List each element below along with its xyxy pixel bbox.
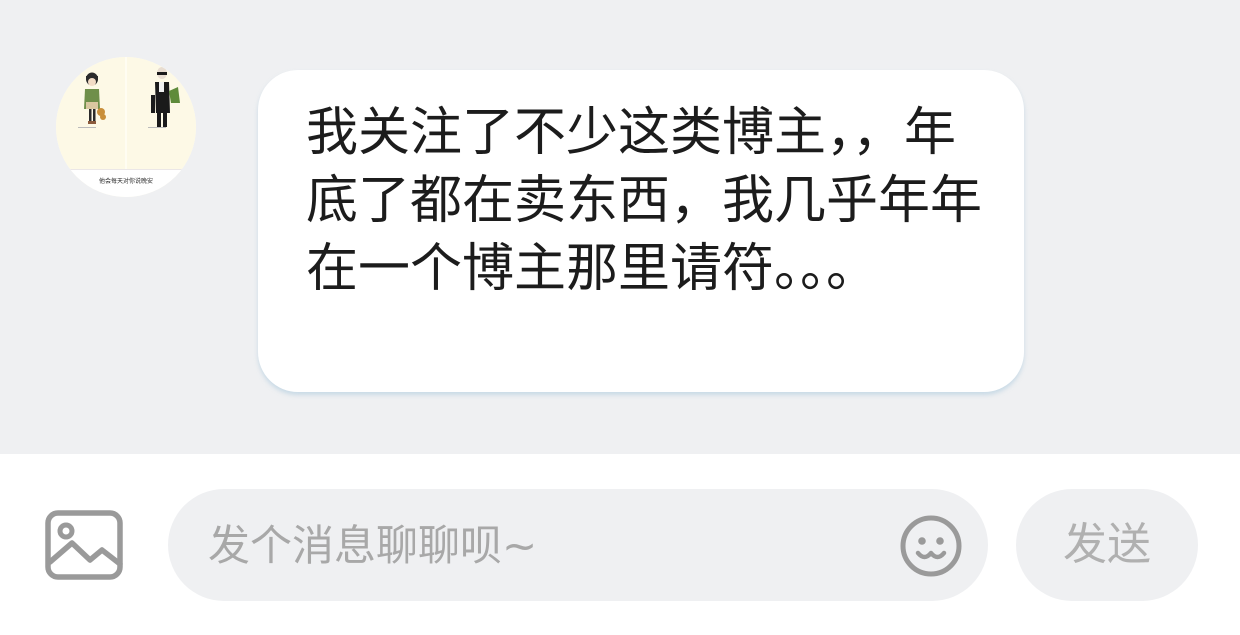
- avatar-caption: 他会每天对你说晚安: [98, 178, 153, 185]
- emoji-button[interactable]: [898, 513, 964, 579]
- image-button[interactable]: [44, 510, 124, 580]
- image-icon: [45, 510, 123, 580]
- message-bubble[interactable]: 我关注了不少这类博主，，年底了都在卖东西，我几乎年年在一个博主那里请符。。。: [258, 70, 1024, 392]
- avatar[interactable]: 他会每天对你说晚安: [56, 57, 196, 197]
- message-box: [168, 489, 988, 601]
- send-button[interactable]: 发送: [1016, 489, 1198, 601]
- chat-area[interactable]: 他会每天对你说晚安 我关注了不少这类博主，，年底了都在卖东西，我几乎年年在一个博…: [0, 0, 1240, 454]
- emoji-smile-icon: [900, 515, 962, 577]
- message-input[interactable]: [208, 489, 888, 601]
- message-text: 我关注了不少这类博主，，年底了都在卖东西，我几乎年年在一个博主那里请符。。。: [306, 103, 983, 299]
